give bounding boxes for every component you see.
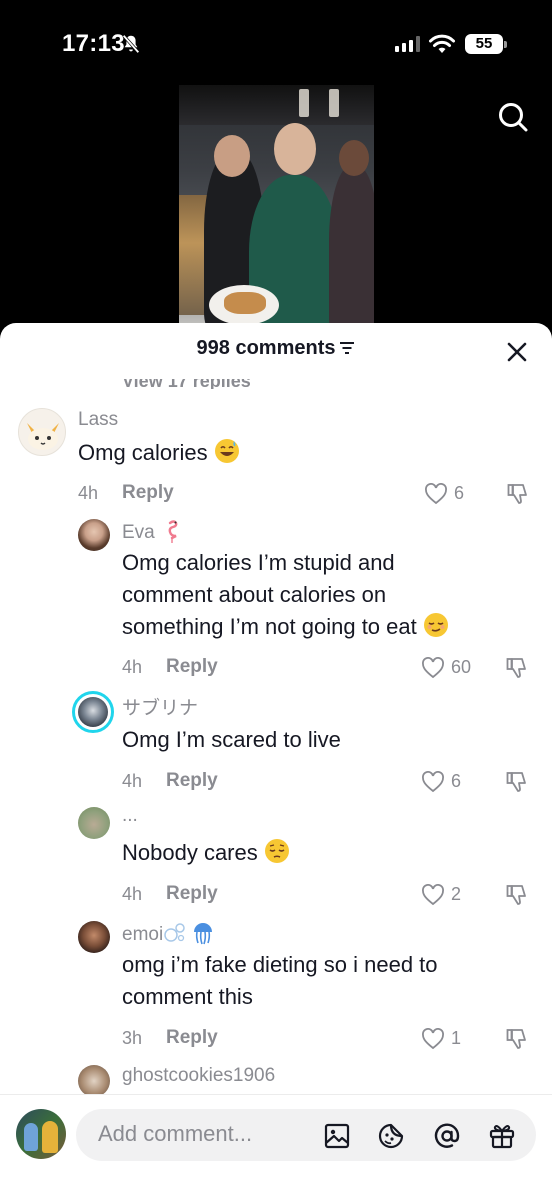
comment-text: Omg I’m scared to live bbox=[122, 727, 341, 752]
video-person bbox=[329, 165, 374, 330]
video-light bbox=[329, 89, 339, 117]
bell-slash-icon bbox=[122, 34, 140, 54]
avatar-figure bbox=[42, 1121, 58, 1153]
wifi-icon bbox=[429, 34, 455, 53]
signal-icon bbox=[395, 36, 420, 52]
status-bar: 17:13 55 bbox=[0, 0, 552, 84]
pensive-emoji-icon bbox=[264, 838, 290, 864]
comment-text-line: something I’m not going to eat bbox=[122, 614, 417, 639]
comment-username[interactable]: Eva bbox=[122, 519, 182, 544]
reply-button[interactable]: Reply bbox=[166, 883, 218, 905]
comment-username[interactable]: サブリナ bbox=[122, 693, 198, 720]
grinning-sweat-emoji-icon bbox=[214, 438, 240, 464]
comment-text-line: comment about calories on bbox=[122, 582, 387, 607]
like-count: 6 bbox=[454, 483, 465, 503]
avatar-figure bbox=[24, 1123, 38, 1151]
mention-icon[interactable] bbox=[433, 1122, 461, 1150]
heart-icon[interactable] bbox=[421, 884, 445, 906]
avatar[interactable] bbox=[78, 807, 110, 839]
like-count: 60 bbox=[451, 657, 472, 677]
comment-item: Lass Omg calories 4h Reply 6 bbox=[0, 403, 552, 513]
comment-time: 4h bbox=[122, 657, 143, 677]
video-light bbox=[299, 89, 309, 117]
close-icon[interactable] bbox=[506, 341, 528, 363]
reply-button[interactable]: Reply bbox=[166, 656, 218, 678]
current-user-avatar[interactable] bbox=[16, 1109, 66, 1159]
comment-text-line: Nobody cares bbox=[122, 840, 258, 865]
thumbs-down-icon[interactable] bbox=[505, 883, 529, 907]
avatar[interactable] bbox=[78, 921, 110, 953]
comment-text: Omg calories I’m stupid and comment abou… bbox=[122, 547, 449, 643]
cat-avatar-icon bbox=[27, 423, 59, 450]
like-count: 2 bbox=[451, 884, 462, 904]
comment-text: Nobody cares bbox=[122, 837, 290, 869]
thumbs-down-icon[interactable] bbox=[506, 482, 530, 506]
video-head bbox=[274, 123, 316, 175]
comment-input-placeholder: Add comment... bbox=[98, 1121, 253, 1146]
comment-text-line: omg i’m fake dieting so i need to bbox=[122, 952, 438, 977]
comment-text-line-with-emoji: something I’m not going to eat bbox=[122, 611, 449, 643]
comment-text-line: Omg calories I’m stupid and bbox=[122, 550, 395, 575]
heart-icon[interactable] bbox=[421, 771, 445, 793]
comment-time: 4h bbox=[122, 884, 143, 904]
video-ceiling bbox=[179, 85, 374, 125]
comment-time: 3h bbox=[122, 1028, 143, 1048]
sticker-icon[interactable] bbox=[377, 1122, 405, 1150]
reply-button[interactable]: Reply bbox=[166, 770, 218, 792]
comment-reply-item: ... Nobody cares 4h Reply 2 bbox=[0, 801, 552, 911]
like-count: 6 bbox=[451, 771, 462, 791]
video-preview[interactable] bbox=[179, 85, 374, 330]
comment-time: 4h bbox=[122, 771, 143, 791]
comment-username[interactable]: emoi bbox=[122, 921, 214, 946]
username-text: emoi bbox=[122, 924, 164, 945]
comment-reply-item: Eva Omg calories I’m stupid and comment … bbox=[0, 513, 552, 683]
relieved-emoji-icon bbox=[423, 612, 449, 638]
avatar[interactable] bbox=[78, 519, 110, 551]
avatar-with-story-ring[interactable] bbox=[72, 691, 114, 733]
video-food bbox=[224, 292, 266, 314]
comment-text-line: comment this bbox=[122, 984, 253, 1009]
comment-username[interactable]: Lass bbox=[78, 409, 118, 431]
status-time: 17:13 bbox=[62, 30, 125, 57]
heart-icon[interactable] bbox=[421, 657, 445, 679]
username-text: Eva bbox=[122, 522, 155, 543]
heart-icon[interactable] bbox=[424, 483, 448, 505]
comment-username[interactable]: ghostcookies1906 bbox=[122, 1065, 275, 1087]
comments-count: 998 comments bbox=[196, 337, 336, 359]
battery-icon: 55 bbox=[465, 34, 507, 54]
image-icon[interactable] bbox=[323, 1122, 351, 1150]
avatar-image bbox=[78, 697, 108, 727]
flamingo-icon bbox=[168, 520, 178, 543]
reply-button[interactable]: Reply bbox=[166, 1027, 218, 1049]
bubbles-icon bbox=[164, 923, 185, 942]
reply-button[interactable]: Reply bbox=[122, 482, 174, 504]
heart-icon[interactable] bbox=[421, 1028, 445, 1050]
jellyfish-icon bbox=[194, 923, 213, 945]
comment-text-line: Omg calories bbox=[78, 440, 208, 465]
comment-username[interactable]: ... bbox=[122, 805, 138, 827]
avatar[interactable] bbox=[78, 1065, 110, 1097]
comment-time: 4h bbox=[78, 483, 99, 503]
thumbs-down-icon[interactable] bbox=[505, 1027, 529, 1051]
like-count: 1 bbox=[451, 1028, 462, 1048]
comments-header: 998 comments bbox=[0, 337, 552, 367]
comment-text: omg i’m fake dieting so i need to commen… bbox=[122, 949, 438, 1013]
comment-reply-item: emoi omg i’m fake dieting so i need to c… bbox=[0, 915, 552, 1055]
video-head bbox=[339, 140, 369, 176]
comment-reply-item: サブリナ Omg I’m scared to live 4h Reply 6 bbox=[0, 685, 552, 795]
comment-text: Omg calories bbox=[78, 437, 240, 469]
thumbs-down-icon[interactable] bbox=[505, 770, 529, 794]
comment-input-bar: Add comment... bbox=[0, 1094, 552, 1200]
sort-icon[interactable] bbox=[339, 341, 355, 355]
video-head bbox=[214, 135, 250, 177]
view-replies-link[interactable]: View 17 replies bbox=[122, 379, 251, 389]
comment-input[interactable]: Add comment... bbox=[76, 1109, 536, 1161]
avatar[interactable] bbox=[18, 408, 66, 456]
comments-sheet: 998 comments View 17 replies Lass Omg ca… bbox=[0, 323, 552, 1200]
gift-icon[interactable] bbox=[488, 1122, 516, 1150]
search-icon[interactable] bbox=[496, 100, 530, 134]
thumbs-down-icon[interactable] bbox=[505, 656, 529, 680]
